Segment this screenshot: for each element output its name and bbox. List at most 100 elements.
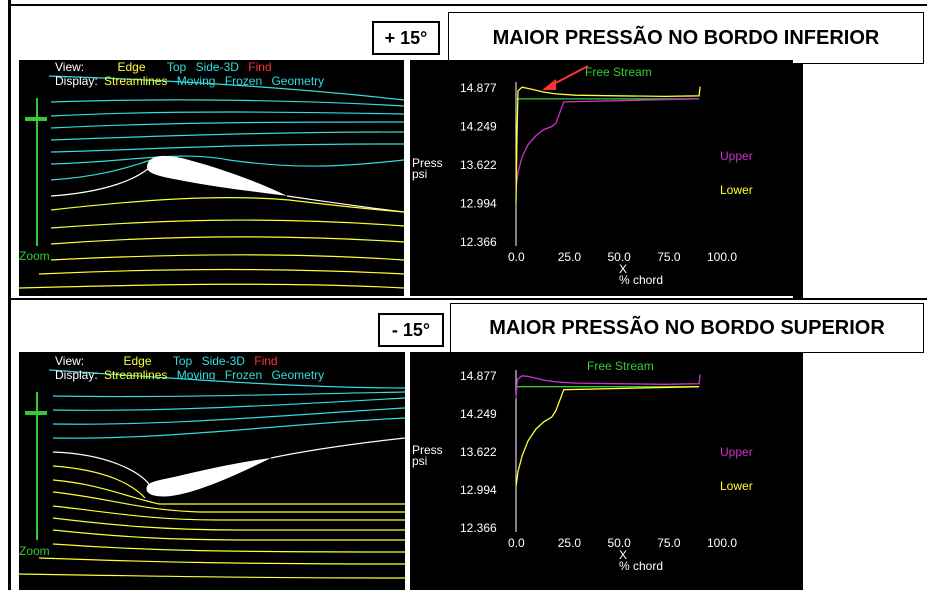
view-edge-option[interactable]: Edge	[123, 354, 151, 368]
chart-y-tick-4: 14.877	[460, 81, 497, 95]
chart-legend-upper: Upper	[720, 149, 753, 163]
series-upper	[515, 98, 700, 188]
chart-y-tick-0: 12.366	[460, 235, 497, 249]
view-label: View:	[55, 354, 85, 368]
display-moving-option[interactable]: Moving	[177, 368, 216, 382]
view-side3d-option[interactable]: Side-3D	[202, 354, 245, 368]
chart-legend-lower: Lower	[720, 479, 753, 493]
streamline-15	[19, 573, 405, 579]
display-streamlines-option[interactable]: Streamlines	[104, 74, 167, 88]
streamline-6	[270, 437, 405, 459]
top-flow-panel[interactable]: View: Edge Top Side-3D Find Display: Str…	[19, 60, 404, 296]
bottom-display-menu: Display: Streamlines Moving Frozen Geome…	[55, 368, 330, 382]
view-label: View:	[55, 60, 85, 74]
bottom-zoom-label: Zoom	[19, 544, 50, 558]
streamline-12	[52, 529, 405, 541]
display-moving-option[interactable]: Moving	[177, 74, 216, 88]
streamline-13	[52, 543, 405, 553]
chart-y-tick-0: 12.366	[460, 521, 497, 535]
frame-right-strip-bottom	[793, 352, 803, 590]
streamline-14	[38, 557, 405, 565]
chart-free-stream-label: Free Stream	[585, 65, 652, 79]
streamline-4	[52, 417, 405, 439]
bottom-zoom-slider-handle[interactable]	[25, 411, 47, 415]
streamline-6	[50, 155, 404, 167]
streamline-10	[52, 505, 405, 521]
chart-x-tick-0: 0.0	[508, 536, 525, 550]
view-side3d-option[interactable]: Side-3D	[196, 60, 239, 74]
streamline-3	[50, 121, 404, 129]
series-lower	[515, 86, 701, 204]
top-zoom-label: Zoom	[19, 249, 50, 263]
bottom-flow-svg	[19, 369, 405, 579]
display-streamlines-option[interactable]: Streamlines	[104, 368, 167, 382]
chart-x-tick-1: 25.0	[558, 536, 582, 550]
top-airfoil-shape	[146, 155, 287, 196]
chart-x-tick-3: 75.0	[657, 250, 681, 264]
chart-x-tick-0: 0.0	[508, 250, 525, 264]
streamline-9	[286, 195, 404, 213]
chart-y-tick-1: 12.994	[460, 196, 497, 210]
bottom-flow-panel[interactable]: View: Edge Top Side-3D Find Display: Str…	[19, 352, 405, 590]
top-chart-panel: Free Stream 12.366 12.994 13.622 14.249 14.87…	[410, 60, 793, 296]
annotation-arrow-head	[542, 79, 556, 90]
chart-ylabel-psi: psi	[412, 167, 427, 181]
top-angle-label: + 15°	[372, 21, 440, 55]
frame-mid-border	[8, 298, 927, 300]
chart-legend-lower: Lower	[720, 183, 753, 197]
frame-left-border	[8, 0, 11, 590]
top-display-menu: Display: Streamlines Moving Frozen Geome…	[55, 74, 330, 88]
streamline-14	[38, 268, 404, 275]
chart-y-tick-1: 12.994	[460, 483, 497, 497]
bottom-airfoil-shape	[146, 458, 271, 497]
chart-y-tick-3: 14.249	[460, 407, 497, 421]
chart-xlabel-chord: % chord	[619, 559, 663, 573]
streamline-1	[50, 99, 404, 107]
top-zoom-slider-handle[interactable]	[25, 117, 47, 121]
streamline-11	[50, 219, 404, 229]
top-section-title: MAIOR PRESSÃO NO BORDO INFERIOR	[448, 12, 924, 64]
bottom-chart-panel: Free Stream 12.366 12.994 13.622 14.249 14.87…	[410, 352, 793, 590]
streamline-2	[50, 111, 404, 117]
series-lower	[515, 386, 700, 487]
bottom-view-menu: View: Edge Top Side-3D Find	[55, 354, 284, 368]
streamline-12	[50, 236, 404, 245]
view-edge-option[interactable]: Edge	[117, 60, 145, 74]
streamline-5	[52, 451, 150, 485]
top-flow-svg	[19, 75, 404, 289]
streamline-2	[52, 397, 405, 411]
chart-y-tick-3: 14.249	[460, 120, 497, 134]
streamline-13	[50, 254, 404, 261]
streamline-8	[50, 167, 150, 197]
chart-y-tick-2: 13.622	[460, 158, 497, 172]
bottom-angle-label: - 15°	[378, 313, 444, 347]
view-find-option[interactable]: Find	[248, 60, 271, 74]
chart-x-tick-4: 100.0	[707, 536, 737, 550]
frame-top-border	[8, 4, 927, 6]
chart-x-tick-3: 75.0	[657, 536, 681, 550]
display-geometry-option[interactable]: Geometry	[271, 368, 324, 382]
chart-ylabel-psi: psi	[412, 454, 427, 468]
view-top-option[interactable]: Top	[167, 60, 186, 74]
top-pressure-chart: Free Stream 12.366 12.994 13.622 14.249 14.87…	[412, 65, 753, 287]
view-find-option[interactable]: Find	[254, 354, 277, 368]
streamline-15	[19, 283, 404, 289]
display-label: Display:	[55, 74, 98, 88]
chart-free-stream-label: Free Stream	[587, 359, 654, 373]
streamline-1	[52, 391, 405, 398]
chart-y-tick-4: 14.877	[460, 369, 497, 383]
chart-x-tick-4: 100.0	[707, 250, 737, 264]
bottom-pressure-chart: Free Stream 12.366 12.994 13.622 14.249 14.87…	[412, 359, 753, 573]
streamline-4	[50, 131, 404, 141]
top-view-menu: View: Edge Top Side-3D Find	[55, 60, 278, 74]
display-label: Display:	[55, 368, 98, 382]
chart-x-tick-1: 25.0	[558, 250, 582, 264]
display-geometry-option[interactable]: Geometry	[271, 74, 324, 88]
display-frozen-option[interactable]: Frozen	[225, 74, 262, 88]
bottom-section-title: MAIOR PRESSÃO NO BORDO SUPERIOR	[450, 303, 924, 353]
chart-xlabel-chord: % chord	[619, 273, 663, 287]
chart-legend-upper: Upper	[720, 445, 753, 459]
streamline-5	[50, 143, 404, 153]
display-frozen-option[interactable]: Frozen	[225, 368, 262, 382]
view-top-option[interactable]: Top	[173, 354, 192, 368]
